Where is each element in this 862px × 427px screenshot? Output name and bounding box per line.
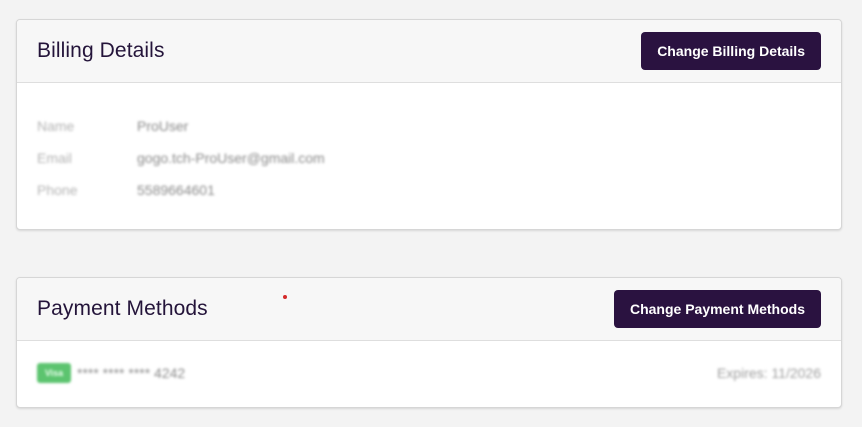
- card-brand-badge: Visa: [37, 363, 71, 383]
- payment-methods-body: Visa **** **** **** 4242 Expires: 11/202…: [17, 341, 841, 405]
- billing-email-label: Email: [37, 150, 73, 166]
- payment-methods-title: Payment Methods: [37, 297, 208, 320]
- billing-email-row: Email gogo.tch-ProUser@gmail.com: [37, 142, 821, 174]
- payment-method-row: Visa **** **** **** 4242 Expires: 11/202…: [37, 341, 821, 405]
- billing-name-label: Name: [37, 118, 75, 134]
- card-expiry: Expires: 11/2026: [716, 365, 821, 381]
- billing-details-body: Name ProUser Email gogo.tch-ProUser@gmai…: [17, 83, 841, 206]
- cursor-dot: [283, 295, 287, 299]
- billing-phone-row: Phone 5589664601: [37, 174, 821, 206]
- payment-methods-header: Payment Methods Change Payment Methods: [17, 278, 841, 341]
- payment-card-info: Visa **** **** **** 4242: [37, 363, 185, 383]
- billing-details-card: Billing Details Change Billing Details N…: [16, 19, 842, 230]
- billing-details-title: Billing Details: [37, 39, 165, 62]
- billing-phone-label: Phone: [37, 182, 78, 198]
- change-payment-methods-button[interactable]: Change Payment Methods: [613, 290, 821, 328]
- billing-details-header: Billing Details Change Billing Details: [17, 20, 841, 83]
- billing-email-value: gogo.tch-ProUser@gmail.com: [137, 150, 325, 166]
- billing-phone-value: 5589664601: [137, 182, 215, 198]
- payment-methods-card: Payment Methods Change Payment Methods V…: [16, 277, 842, 408]
- billing-name-value: ProUser: [137, 118, 189, 134]
- billing-name-row: Name ProUser: [37, 110, 821, 142]
- card-number: **** **** **** 4242: [77, 365, 186, 381]
- change-billing-details-button[interactable]: Change Billing Details: [641, 32, 821, 70]
